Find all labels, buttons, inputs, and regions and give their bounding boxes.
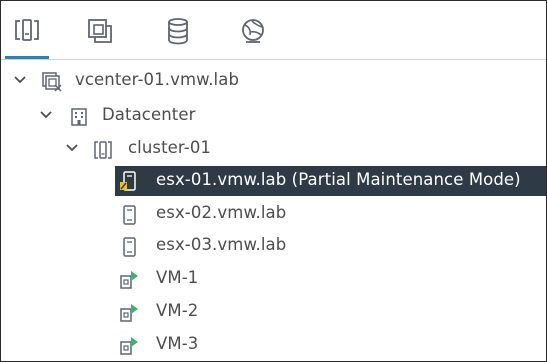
- tree-node-datacenter[interactable]: Datacenter: [1, 100, 546, 132]
- tree-node-vm-3[interactable]: VM-3: [1, 329, 546, 361]
- vms-templates-icon: [88, 19, 112, 43]
- tree-node-label: VM-2: [156, 301, 199, 320]
- tree-node-host-esx-03[interactable]: esx-03.vmw.lab: [1, 230, 546, 262]
- tree-node-vcenter[interactable]: vcenter-01.vmw.lab: [1, 65, 546, 97]
- host-maintenance-icon: [120, 171, 136, 191]
- tree-node-vm-1[interactable]: VM-1: [1, 263, 546, 295]
- tree-node-vm-2[interactable]: VM-2: [1, 296, 546, 328]
- tree-node-label: esx-03.vmw.lab: [156, 235, 287, 254]
- tree-node-label: esx-01.vmw.lab (Partial Maintenance Mode…: [156, 170, 521, 189]
- inventory-panel: vcenter-01.vmw.lab Datacenter cluster-01…: [0, 0, 547, 362]
- tree-node-label: Datacenter: [102, 105, 196, 124]
- tab-networking[interactable]: [231, 17, 275, 57]
- tab-hosts-and-clusters[interactable]: [5, 17, 49, 59]
- host-icon: [123, 237, 136, 257]
- tree-node-label: esx-02.vmw.lab: [156, 203, 287, 222]
- hosts-clusters-icon: [15, 19, 39, 41]
- chevron-down-icon[interactable]: [65, 141, 79, 155]
- cluster-icon: [94, 141, 112, 159]
- chevron-down-icon[interactable]: [39, 108, 53, 122]
- tree-node-label: VM-1: [156, 268, 199, 287]
- host-icon: [123, 205, 136, 225]
- datacenter-building-icon: [71, 108, 87, 126]
- tree-node-label: vcenter-01.vmw.lab: [75, 70, 240, 89]
- globe-network-icon: [242, 19, 264, 43]
- tree-node-label: VM-3: [156, 334, 199, 353]
- tree-node-cluster[interactable]: cluster-01: [1, 133, 546, 165]
- vm-powered-on-icon: [120, 271, 138, 289]
- inventory-tabs: [1, 1, 546, 60]
- vcenter-icon: [42, 72, 62, 92]
- chevron-down-icon[interactable]: [13, 73, 27, 87]
- tab-vms-and-templates[interactable]: [78, 17, 122, 57]
- tree-node-label: cluster-01: [128, 138, 212, 157]
- vm-powered-on-icon: [120, 304, 138, 322]
- tree-node-host-esx-01[interactable]: esx-01.vmw.lab (Partial Maintenance Mode…: [1, 165, 546, 197]
- database-icon: [168, 18, 188, 45]
- tree-node-host-esx-02[interactable]: esx-02.vmw.lab: [1, 198, 546, 230]
- vm-powered-on-icon: [120, 337, 138, 355]
- tab-storage[interactable]: [156, 17, 200, 57]
